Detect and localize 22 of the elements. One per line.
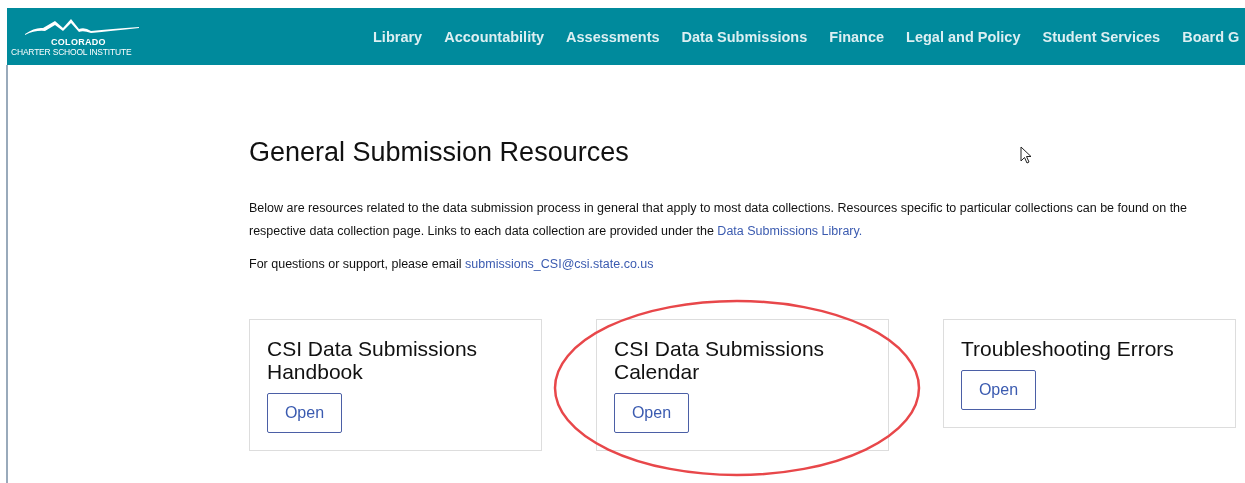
nav-link[interactable]: Board G	[1182, 28, 1240, 45]
library-link[interactable]: Data Submissions Library.	[717, 224, 863, 238]
card-title: Troubleshooting Errors	[961, 337, 1175, 360]
nav-link[interactable]: Library	[373, 28, 423, 45]
nav-link[interactable]: Accountability	[444, 28, 545, 45]
nav-link[interactable]: Assessments	[566, 28, 660, 45]
nav-link[interactable]: Finance	[829, 28, 885, 45]
nav-link[interactable]: Legal and Policy	[906, 28, 1021, 45]
open-button[interactable]: Open	[961, 370, 1036, 410]
email-link[interactable]: submissions_CSI@csi.state.co.us	[465, 257, 654, 271]
open-button[interactable]: Open	[614, 393, 689, 433]
page-title: General Submission Resources	[249, 137, 629, 168]
cursor-icon	[1020, 146, 1032, 164]
open-button[interactable]: Open	[267, 393, 342, 433]
nav-link[interactable]: Student Services	[1042, 28, 1161, 45]
card-title: CSI Data Submissions Handbook	[267, 337, 479, 383]
contact-text: For questions or support, please email submissions_CSI@csi.state.co.us	[249, 256, 655, 273]
card-title: CSI Data Submissions Calendar	[614, 337, 826, 383]
intro-paragraph: Below are resources related to the data submission process in general that apply to most data collections. Resources specific to particular collections can be found on the respective data collection page. Links to each data collection are provided under the Data Submissions Library.	[249, 200, 1188, 240]
logo-text: COLORADO	[51, 36, 106, 47]
nav-link[interactable]: Data Submissions	[681, 28, 808, 45]
logo-subtitle: CHARTER SCHOOL INSTITUTE	[11, 46, 132, 57]
